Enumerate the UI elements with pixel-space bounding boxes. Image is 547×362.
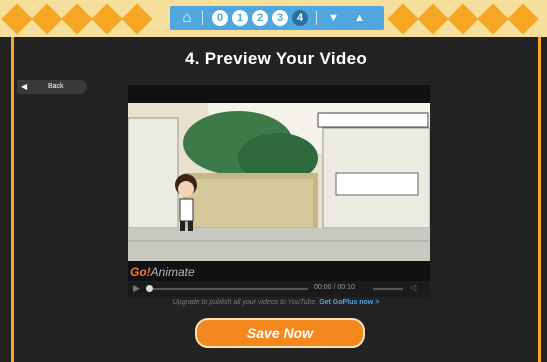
step-navigation: ⌂ 0 1 2 3 4 ▼ ▲	[170, 6, 384, 30]
upgrade-text: Upgrade to publish all your videos to Yo…	[172, 299, 318, 306]
decor-diamond	[387, 3, 419, 35]
chevron-up-icon[interactable]: ▲	[354, 11, 365, 25]
back-arrow-icon: ◀	[21, 82, 28, 91]
logo-animate: Animate	[150, 265, 195, 279]
nav-divider	[202, 11, 203, 25]
video-player[interactable]: Go!Animate ▶ 00:00 / 00:10 ◁	[128, 85, 430, 297]
time-display: 00:00 / 00:10	[314, 284, 355, 291]
volume-icon[interactable]: ◁	[410, 283, 416, 292]
volume-slider[interactable]	[373, 288, 403, 290]
upgrade-notice: Upgrade to publish all your videos to Yo…	[14, 299, 538, 306]
player-controls: ▶ 00:00 / 00:10 ◁	[128, 281, 430, 297]
step-4-button[interactable]: 4	[292, 10, 308, 26]
step-3-button[interactable]: 3	[272, 10, 288, 26]
decor-diamond	[91, 3, 123, 35]
decor-diamond	[121, 3, 153, 35]
step-0-button[interactable]: 0	[212, 10, 228, 26]
chevron-down-icon[interactable]: ▼	[328, 11, 339, 25]
decor-diamond	[477, 3, 509, 35]
back-button[interactable]: ◀ Back	[17, 80, 87, 94]
preview-panel: 4. Preview Your Video ◀ Back Go!Animate	[11, 37, 541, 362]
decor-diamond	[31, 3, 63, 35]
back-label: Back	[48, 83, 64, 90]
decor-diamond	[417, 3, 449, 35]
nav-divider	[316, 11, 317, 25]
seek-handle[interactable]	[146, 285, 153, 292]
page-title: 4. Preview Your Video	[184, 49, 368, 68]
decor-diamond	[507, 3, 539, 35]
top-banner: ⌂ 0 1 2 3 4 ▼ ▲	[0, 0, 547, 37]
goplus-link[interactable]: Get GoPlus now >	[319, 299, 379, 306]
goanimate-logo: Go!Animate	[130, 265, 195, 279]
decor-diamond	[447, 3, 479, 35]
logo-go: Go!	[130, 265, 151, 279]
step-2-button[interactable]: 2	[252, 10, 268, 26]
decor-diamond	[1, 3, 33, 35]
save-now-button[interactable]: Save Now	[195, 318, 365, 348]
video-frame[interactable]	[128, 103, 430, 261]
seek-bar[interactable]	[148, 288, 308, 290]
decor-diamond	[61, 3, 93, 35]
home-icon[interactable]: ⌂	[178, 9, 196, 27]
step-1-button[interactable]: 1	[232, 10, 248, 26]
play-icon[interactable]: ▶	[133, 283, 140, 294]
